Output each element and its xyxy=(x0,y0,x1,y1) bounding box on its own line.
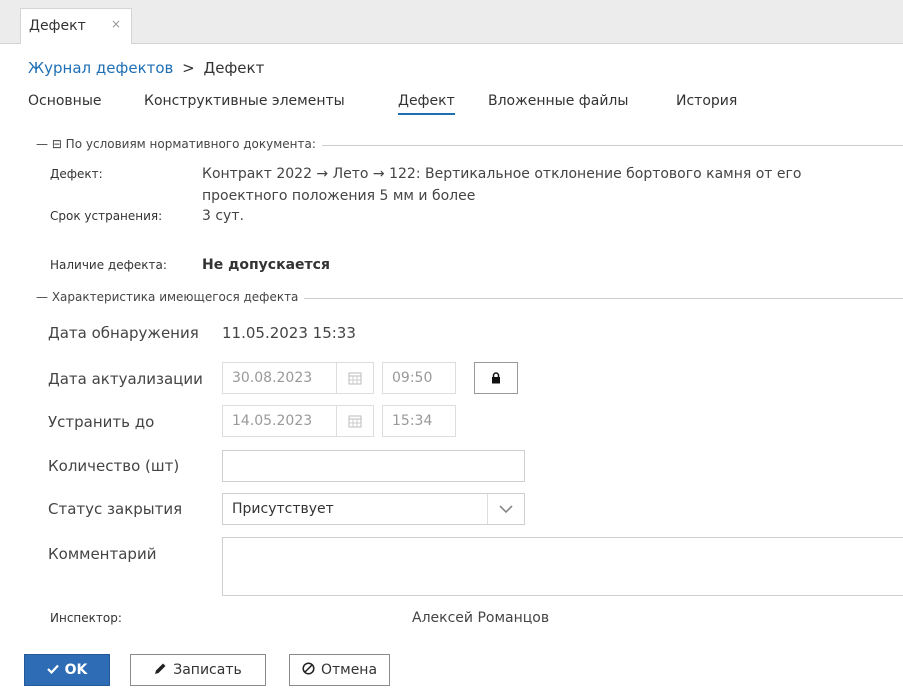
breadcrumb-current: Дефект xyxy=(203,59,265,77)
section-legend-characteristics: — Характеристика имеющегося дефекта xyxy=(36,290,305,304)
inspector-value: Алексей Романцов xyxy=(412,610,550,626)
cancel-label: Отмена xyxy=(320,662,378,678)
check-icon xyxy=(46,662,59,678)
quantity-field[interactable] xyxy=(222,450,525,482)
pencil-icon xyxy=(154,662,167,679)
term-label: Срок устранения: xyxy=(50,209,163,223)
fix-date-value: 14.05.2023 xyxy=(232,413,313,429)
actual-date-label: Дата актуализации xyxy=(48,370,203,388)
comment-textarea[interactable] xyxy=(222,537,903,596)
lock-button[interactable] xyxy=(474,362,518,394)
defect-label: Дефект: xyxy=(50,167,103,181)
chevron-down-icon[interactable] xyxy=(487,494,524,524)
actual-time-value: 09:50 xyxy=(392,370,433,386)
status-select[interactable]: Присутствует xyxy=(222,493,525,525)
lock-icon xyxy=(491,369,501,388)
breadcrumb: Журнал дефектов > Дефект xyxy=(28,59,264,77)
term-value: 3 сут. xyxy=(202,208,244,224)
breadcrumb-separator: > xyxy=(182,59,195,77)
defect-value-line2: проектного положения 5 мм и более xyxy=(202,188,476,204)
inspector-label: Инспектор: xyxy=(50,611,122,625)
presence-label: Наличие дефекта: xyxy=(50,258,167,272)
status-value: Присутствует xyxy=(232,501,334,517)
quantity-label: Количество (шт) xyxy=(48,457,180,475)
save-button[interactable]: Записать xyxy=(130,654,266,686)
calendar-icon[interactable] xyxy=(336,363,373,393)
breadcrumb-link-journal[interactable]: Журнал дефектов xyxy=(28,59,173,77)
detect-date-label: Дата обнаружения xyxy=(48,324,199,342)
tab-label: Дефект xyxy=(29,18,86,34)
close-icon[interactable]: × xyxy=(111,17,121,31)
cancel-button[interactable]: Отмена xyxy=(289,654,390,686)
defect-value-line1: Контракт 2022 → Лето → 122: Вертикальное… xyxy=(202,166,802,182)
comment-label: Комментарий xyxy=(48,545,157,563)
actual-time-input[interactable]: 09:50 xyxy=(382,362,456,394)
tab-main[interactable]: Основные xyxy=(28,93,102,109)
section-legend-normative[interactable]: — ⊟ По условиям нормативного документа: xyxy=(36,137,322,151)
tab-defect[interactable]: Дефект × xyxy=(20,8,132,44)
tab-history[interactable]: История xyxy=(676,93,737,109)
ok-button[interactable]: OK xyxy=(24,654,110,686)
tab-defect-active[interactable]: Дефект xyxy=(398,93,455,115)
tab-bar: Дефект × xyxy=(0,0,903,44)
detect-date-value: 11.05.2023 15:33 xyxy=(222,324,356,342)
ok-label: OK xyxy=(64,662,88,678)
fix-date-label: Устранить до xyxy=(48,413,155,431)
actual-date-value: 30.08.2023 xyxy=(232,370,313,386)
calendar-icon[interactable] xyxy=(336,406,373,436)
status-label: Статус закрытия xyxy=(48,500,183,518)
tab-attached-files[interactable]: Вложенные файлы xyxy=(488,93,628,109)
actual-date-input[interactable]: 30.08.2023 xyxy=(222,362,374,394)
cancel-circle-icon xyxy=(302,661,315,679)
fix-time-input[interactable]: 15:34 xyxy=(382,405,456,437)
fix-time-value: 15:34 xyxy=(392,413,433,429)
fix-date-input[interactable]: 14.05.2023 xyxy=(222,405,374,437)
presence-value: Не допускается xyxy=(202,257,330,273)
tab-structural-elements[interactable]: Конструктивные элементы xyxy=(144,93,345,109)
save-label: Записать xyxy=(173,662,242,678)
